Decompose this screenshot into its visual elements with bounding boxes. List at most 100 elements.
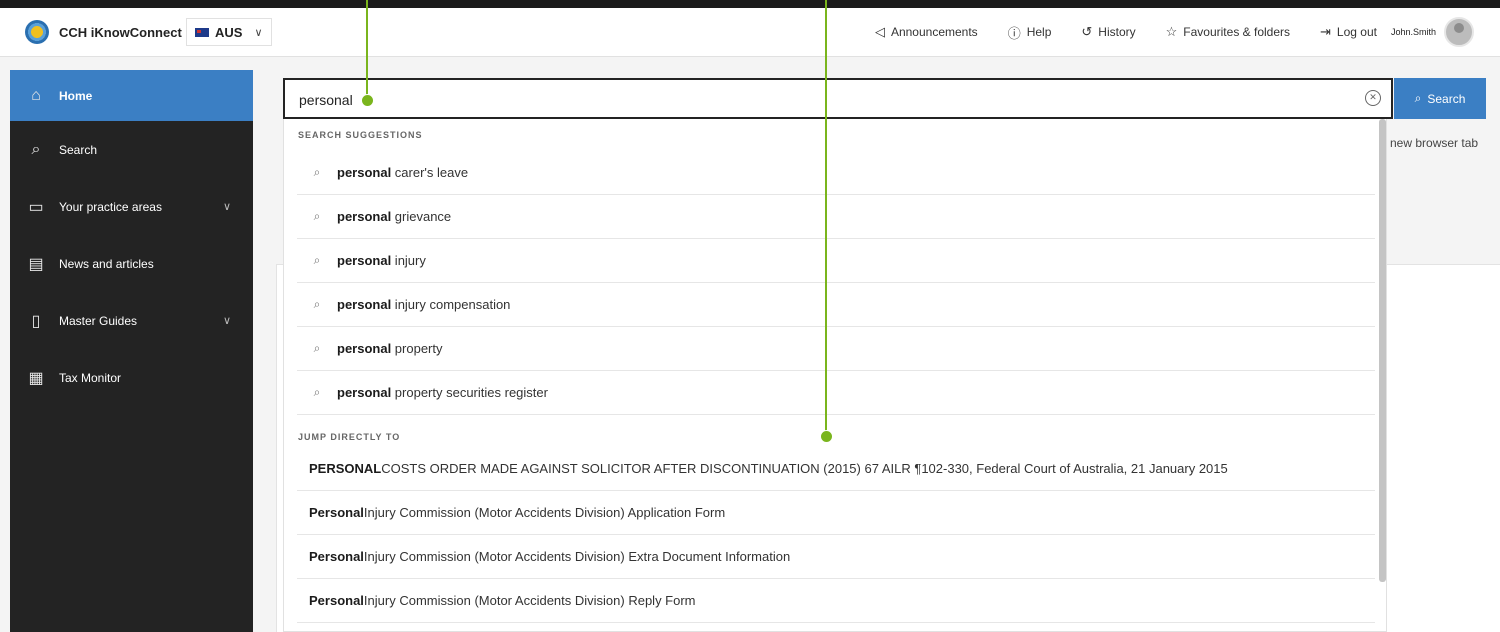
suggestion-match: personal — [337, 385, 392, 400]
cch-logo-icon — [25, 20, 49, 44]
jump-rest: COSTS ORDER MADE AGAINST SOLICITOR AFTER… — [381, 461, 1228, 476]
username: John.Smith — [1390, 27, 1436, 37]
suggestion-item[interactable]: ⌕ personal property — [297, 327, 1375, 371]
country-selector[interactable]: AUS ∨ — [186, 18, 272, 46]
chevron-down-icon[interactable]: ∨ — [223, 314, 231, 327]
nav-label: Favourites & folders — [1183, 25, 1291, 39]
search-icon: ⌕ — [313, 209, 321, 223]
top-nav: ◁ Announcements ⓘ Help ↺ History ☆ Favourites &… — [845, 16, 1474, 48]
nav-label: Help — [1026, 25, 1052, 39]
logout-icon: ⇥ — [1320, 24, 1331, 39]
suggestion-item[interactable]: ⌕ personal injury compensation — [297, 283, 1375, 327]
jump-match: Personal — [309, 505, 364, 520]
jump-match: Personal — [309, 593, 364, 608]
search-icon: ⌕ — [313, 297, 321, 311]
sidebar-item-label: Your practice areas — [59, 199, 162, 214]
jump-item[interactable]: PERSONAL COSTS ORDER MADE AGAINST SOLICI… — [297, 447, 1375, 491]
search-box: ✕ — [283, 78, 1393, 119]
jump-match: PERSONAL — [309, 461, 382, 476]
avatar[interactable] — [1444, 17, 1474, 47]
search-icon: ⌕ — [1414, 91, 1422, 105]
nav-megaphone[interactable]: ◁ Announcements — [875, 24, 978, 40]
sidebar-item-master-guides[interactable]: ▯ Master Guides ∨ — [10, 292, 253, 349]
search-icon: ⌕ — [313, 385, 321, 399]
sidebar-item-your-practice-areas[interactable]: ▭ Your practice areas ∨ — [10, 178, 253, 235]
suggestion-text: personal property — [337, 341, 443, 356]
jump-match: Personal — [309, 549, 364, 564]
jump-item[interactable]: Personal Injury Commission (Motor Accide… — [297, 535, 1375, 579]
search-icon: ⌕ — [313, 165, 321, 179]
nav-history[interactable]: ↺ History — [1081, 24, 1135, 40]
jump-rest: Injury Commission (Motor Accidents Divis… — [363, 549, 791, 564]
suggestion-text: personal injury — [337, 253, 426, 268]
search-suggestions-dropdown: SEARCH SUGGESTIONS ⌕ personal carer's lea… — [283, 119, 1387, 632]
suggestion-rest: carer's leave — [391, 165, 469, 180]
callout-dot-input — [361, 94, 374, 107]
callout-dot-dropdown — [820, 430, 833, 443]
suggestion-rest: property — [391, 341, 443, 356]
history-icon: ↺ — [1081, 24, 1093, 39]
jump-item[interactable]: Personal Injury Commission (Motor Accide… — [297, 491, 1375, 535]
jump-rest: Injury Commission (Motor Accidents Divis… — [363, 593, 696, 608]
brand-name: CCH iKnowConnect — [59, 24, 182, 40]
search-icon: ⌕ — [31, 140, 41, 158]
suggestion-rest: property securities register — [391, 385, 548, 400]
search-button[interactable]: ⌕ Search — [1394, 78, 1486, 119]
sidebar-item-news-and-articles[interactable]: ▤ News and articles — [10, 235, 253, 292]
megaphone-icon: ◁ — [874, 24, 885, 39]
suggestion-match: personal — [337, 341, 392, 356]
suggestion-rest: injury compensation — [391, 297, 511, 312]
suggestion-match: personal — [337, 253, 392, 268]
tax-monitor-icon: ▦ — [28, 369, 44, 387]
dropdown-scrollbar[interactable] — [1379, 119, 1386, 582]
home-icon: ⌂ — [31, 86, 41, 104]
jump-list: PERSONAL COSTS ORDER MADE AGAINST SOLICI… — [284, 447, 1386, 623]
app-window: CCH iKnowConnect AUS ∨ ◁ Announcements ⓘ He… — [0, 8, 1500, 632]
jump-heading: JUMP DIRECTLY TO — [298, 432, 401, 442]
search-button-label: Search — [1427, 91, 1466, 106]
suggestion-match: personal — [337, 165, 392, 180]
help-icon: ⓘ — [1007, 25, 1021, 41]
suggestion-text: personal grievance — [337, 209, 451, 224]
suggestion-item[interactable]: ⌕ personal carer's leave — [297, 151, 1375, 195]
star-icon: ☆ — [1165, 24, 1178, 39]
new-tab-note: new browser tab — [1390, 136, 1479, 150]
suggestion-rest: injury — [391, 253, 426, 268]
jump-item[interactable]: Personal Injury Commission (Motor Accide… — [297, 579, 1375, 623]
sidebar-item-home[interactable]: ⌂ Home — [10, 70, 253, 121]
country-label: AUS — [215, 24, 243, 40]
nav-help[interactable]: ⓘ Help — [1008, 23, 1052, 42]
user-menu[interactable]: John.Smith — [1391, 17, 1474, 47]
brand[interactable]: CCH iKnowConnect — [25, 20, 182, 44]
suggestion-item[interactable]: ⌕ personal grievance — [297, 195, 1375, 239]
suggestion-item[interactable]: ⌕ personal property securities register — [297, 371, 1375, 415]
australia-flag-icon — [195, 27, 209, 37]
sidebar-item-label: Search — [59, 142, 98, 157]
top-bar: CCH iKnowConnect AUS ∨ ◁ Announcements ⓘ He… — [0, 8, 1500, 57]
chevron-down-icon: ∨ — [254, 26, 263, 39]
nav-star[interactable]: ☆ Favourites & folders — [1166, 24, 1290, 40]
suggestion-list: ⌕ personal carer's leave ⌕ personal grievan… — [284, 151, 1386, 415]
jump-rest: Injury Commission (Motor Accidents Divis… — [363, 505, 726, 520]
nav-logout[interactable]: ⇥ Log out — [1320, 24, 1377, 40]
nav-label: Announcements — [890, 25, 978, 39]
suggestion-rest: grievance — [391, 209, 452, 224]
callout-line-dropdown — [825, 0, 827, 432]
suggestion-item[interactable]: ⌕ personal injury — [297, 239, 1375, 283]
newspaper-icon: ▤ — [28, 255, 44, 273]
sidebar-item-search[interactable]: ⌕ Search — [10, 121, 253, 178]
suggestion-match: personal — [337, 209, 392, 224]
sidebar-item-label: News and articles — [59, 256, 154, 271]
chevron-down-icon[interactable]: ∨ — [223, 200, 231, 213]
suggestion-text: personal injury compensation — [337, 297, 510, 312]
suggestions-heading: SEARCH SUGGESTIONS — [298, 130, 423, 140]
nav-label: Log out — [1336, 25, 1377, 39]
search-input[interactable] — [297, 80, 1351, 119]
suggestion-text: personal property securities register — [337, 385, 548, 400]
sidebar-item-label: Tax Monitor — [59, 370, 122, 385]
clear-search-icon[interactable]: ✕ — [1365, 90, 1381, 106]
sidebar-item-tax-monitor[interactable]: ▦ Tax Monitor — [10, 349, 253, 406]
search-icon: ⌕ — [313, 341, 321, 355]
sidebar-item-label: Master Guides — [59, 313, 138, 328]
sidebar: ⌂ Home ⌕ Search ▭ Your practice areas ∨ ▤ News a… — [10, 70, 253, 632]
